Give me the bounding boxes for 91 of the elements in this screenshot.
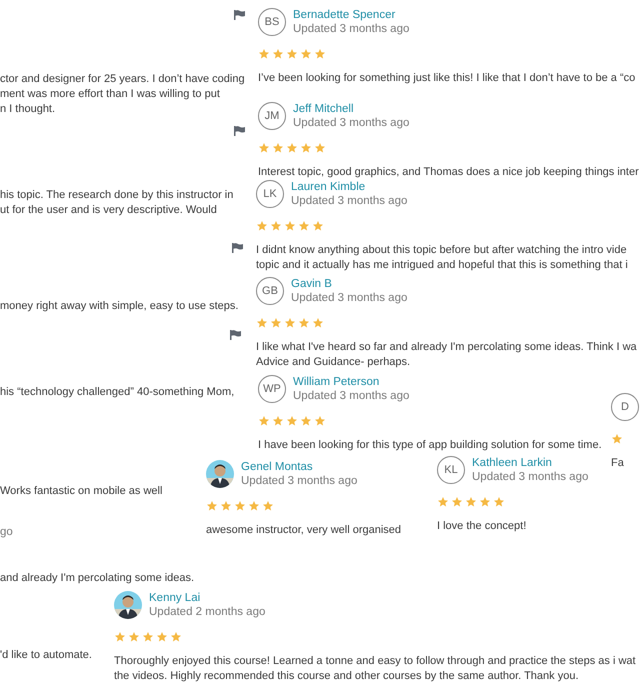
review-text: the videos. Highly recommended this course and other courses by the same author. Thank you. <box>114 669 578 684</box>
star-icon <box>298 220 310 232</box>
updated-time: go <box>0 525 13 540</box>
updated-time: Updated 3 months ago <box>291 194 408 208</box>
review-text: ctor and designer for 25 years. I don’t have coding <box>0 72 245 87</box>
star-icon <box>286 415 298 427</box>
star-icon <box>451 496 463 508</box>
star-icon <box>300 142 312 154</box>
review-text: awesome instructor, very well organised <box>206 523 402 538</box>
review-text: Interest topic, good graphics, and Thomas does a nice job keeping things inter <box>258 165 639 180</box>
star-icon <box>314 415 326 427</box>
star-icon <box>312 220 324 232</box>
review-text: 'd like to automate. <box>0 648 92 663</box>
reviewer-name[interactable]: William Peterson <box>293 375 380 389</box>
review-text: his topic. The research done by this instructor in <box>0 188 234 203</box>
star-icon <box>142 631 154 643</box>
star-icon <box>258 142 270 154</box>
star-icon <box>314 48 326 60</box>
star-icon <box>256 317 268 329</box>
reviewer-name[interactable]: Jeff Mitchell <box>293 102 354 116</box>
star-icon <box>114 631 126 643</box>
updated-time: Updated 3 months ago <box>293 389 410 403</box>
flag-icon[interactable] <box>232 243 243 253</box>
avatar: BS <box>258 8 286 36</box>
star-icon <box>437 496 449 508</box>
review-text: I like what I've heard so far and already I'm percolating some ideas. Think I wa <box>256 340 637 355</box>
star-icon <box>270 220 282 232</box>
reviewer-name[interactable]: Kenny Lai <box>149 591 200 605</box>
star-icon <box>156 631 168 643</box>
reviewer-name[interactable]: Genel Montas <box>241 460 313 474</box>
star-icon <box>611 433 623 445</box>
updated-time: Updated 2 months ago <box>149 605 266 619</box>
review-text: ment was more effort than I was willing to put <box>0 87 220 102</box>
review-text: ut for the user and is very descriptive. Would <box>0 203 217 218</box>
star-icon <box>234 500 246 512</box>
avatar: GB <box>256 277 284 305</box>
review-text: his “technology challenged” 40-something Mom, <box>0 385 234 400</box>
updated-time: Updated 3 months ago <box>293 22 410 36</box>
avatar: LK <box>256 180 284 208</box>
review-text: money right away with simple, easy to use steps. <box>0 299 238 314</box>
avatar: KL <box>437 456 465 484</box>
star-icon <box>284 317 296 329</box>
review-text: and already I'm percolating some ideas. <box>0 571 194 586</box>
star-icon <box>312 317 324 329</box>
star-icon <box>206 500 218 512</box>
review-text: I love the concept! <box>437 519 526 534</box>
star-icon <box>286 142 298 154</box>
star-icon <box>258 415 270 427</box>
star-icon <box>479 496 491 508</box>
star-icon <box>270 317 282 329</box>
reviewer-name[interactable]: Lauren Kimble <box>291 180 366 194</box>
reviewer-name[interactable]: Bernadette Spencer <box>293 8 396 22</box>
star-icon <box>298 317 310 329</box>
star-icon <box>256 220 268 232</box>
star-icon <box>272 48 284 60</box>
star-icon <box>258 48 270 60</box>
star-icon <box>272 415 284 427</box>
avatar: D <box>611 393 639 421</box>
star-icon <box>128 631 140 643</box>
star-icon <box>248 500 260 512</box>
review-text: Thoroughly enjoyed this course! Learned a tonne and easy to follow through and practice the steps as i wat <box>114 654 636 669</box>
review-text: topic and it actually has me intrigued and hopeful that this is something that i <box>256 258 628 273</box>
star-icon <box>262 500 274 512</box>
review-text: Fa <box>611 456 624 471</box>
review-text: I’ve been looking for something just like this! I like that I don’t have to be a “co <box>258 71 636 86</box>
updated-time: Updated 3 months ago <box>291 291 408 305</box>
reviewer-name[interactable]: Gavin B <box>291 277 332 291</box>
reviewer-name[interactable]: Kathleen Larkin <box>472 456 552 470</box>
review-text: n I thought. <box>0 102 56 117</box>
star-icon <box>300 415 312 427</box>
review-text: I have been looking for this type of app building solution for some time. <box>258 438 602 453</box>
star-icon <box>220 500 232 512</box>
star-icon <box>314 142 326 154</box>
avatar: WP <box>258 375 286 403</box>
star-icon <box>272 142 284 154</box>
updated-time: Updated 3 months ago <box>241 474 358 488</box>
updated-time: Updated 3 months ago <box>472 470 588 484</box>
flag-icon[interactable] <box>230 330 241 340</box>
star-icon <box>493 496 505 508</box>
star-icon <box>286 48 298 60</box>
updated-time: Updated 3 months ago <box>293 116 410 130</box>
review-text: Works fantastic on mobile as well <box>0 484 162 499</box>
flag-icon[interactable] <box>234 126 245 136</box>
star-icon <box>300 48 312 60</box>
flag-icon[interactable] <box>234 10 245 20</box>
review-text: I didnt know anything about this topic before but after watching the intro vide <box>256 243 627 258</box>
star-icon <box>465 496 477 508</box>
avatar: JM <box>258 102 286 130</box>
star-icon <box>284 220 296 232</box>
review-text: Advice and Guidance- perhaps. <box>256 355 410 370</box>
star-icon <box>170 631 182 643</box>
